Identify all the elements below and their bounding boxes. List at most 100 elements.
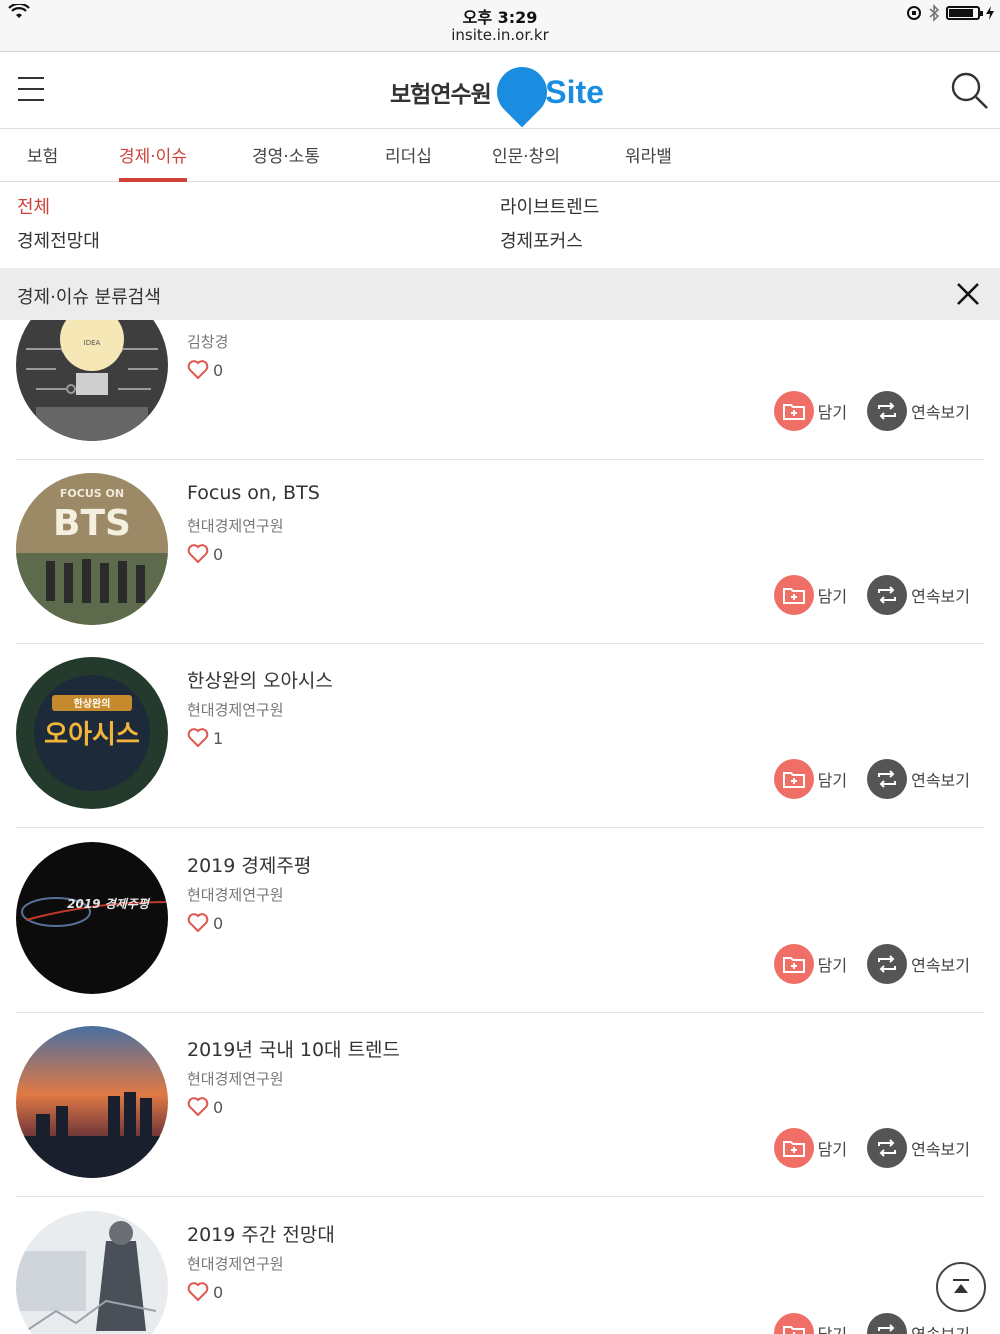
like-count[interactable]: 0 xyxy=(187,544,223,564)
item-author: 현대경제연구원 xyxy=(187,1255,284,1273)
continuous-play-button[interactable]: 연속보기 xyxy=(867,1313,970,1334)
repeat-icon xyxy=(878,1324,895,1332)
list-item[interactable]: IDEA 김창경 0 담기 연속보기 xyxy=(16,320,984,460)
tab-leadership[interactable]: 리더십 xyxy=(385,130,432,182)
like-count-value: 0 xyxy=(213,1097,224,1117)
heart-icon[interactable] xyxy=(187,360,209,380)
save-button[interactable]: 담기 xyxy=(773,944,848,984)
like-count[interactable]: 0 xyxy=(187,1097,223,1117)
list-item[interactable]: 2019 경제주평 2019 경제주평 현대경제연구원 0 담기 연속보기 xyxy=(16,829,984,1013)
save-button[interactable]: 담기 xyxy=(773,391,848,431)
item-title[interactable]: 한상완의 오아시스 xyxy=(187,666,333,693)
subcategory-all[interactable]: 전체 xyxy=(17,193,50,219)
heart-icon[interactable] xyxy=(187,728,209,748)
svg-text:2019 경제주평: 2019 경제주평 xyxy=(67,897,151,911)
continuous-play-button[interactable]: 연속보기 xyxy=(867,575,970,615)
like-count[interactable]: 0 xyxy=(187,913,223,933)
continuous-play-button[interactable]: 연속보기 xyxy=(867,759,970,799)
continuous-play-label: 연속보기 xyxy=(911,771,970,790)
thumbnail-image[interactable]: 한상완의 오아시스 xyxy=(16,657,168,809)
svg-text:오아시스: 오아시스 xyxy=(44,720,140,750)
heart-icon[interactable] xyxy=(187,913,209,933)
thumbnail-image[interactable]: 2019 경제주평 xyxy=(16,842,168,994)
save-button[interactable]: 담기 xyxy=(773,759,847,799)
rotation-lock-icon xyxy=(907,6,921,20)
heart-icon[interactable] xyxy=(187,1097,209,1117)
item-author: 현대경제연구원 xyxy=(187,701,284,719)
item-author: 현대경제연구원 xyxy=(187,517,284,535)
svg-text:IDEA: IDEA xyxy=(84,339,101,347)
location-pin-icon xyxy=(486,56,558,128)
subcategory-economic-focus[interactable]: 경제포커스 xyxy=(500,227,583,253)
tab-work-life-balance[interactable]: 워라밸 xyxy=(625,130,672,182)
category-tabs: 보험 경제·이슈 경영·소통 리더십 인문·창의 워라밸 xyxy=(0,130,1000,182)
like-count[interactable]: 0 xyxy=(187,1282,223,1302)
heart-icon[interactable] xyxy=(187,1282,209,1302)
continuous-play-button[interactable]: 연속보기 xyxy=(867,1128,970,1168)
save-button[interactable]: 담기 xyxy=(773,1128,848,1168)
arrow-up-to-top-icon xyxy=(953,1279,969,1293)
repeat-icon xyxy=(878,955,897,973)
item-title[interactable]: 2019 주간 전망대 xyxy=(187,1220,335,1247)
filter-bar: 경제·이슈 분류검색 xyxy=(0,268,1000,320)
subcategory-panel: 전체 라이브트렌드 경제전망대 경제포커스 xyxy=(0,183,1000,268)
like-count-value: 1 xyxy=(213,728,224,748)
save-button[interactable]: 담기 xyxy=(773,1313,847,1334)
logo-korean-text: 보험연수원 xyxy=(390,82,492,108)
folder-add-icon xyxy=(782,1141,805,1157)
list-item[interactable]: 2019 주간 전망대 현대경제연구원 0 담기 연속보기 xyxy=(16,1198,984,1334)
repeat-icon xyxy=(878,586,897,604)
folder-add-icon xyxy=(782,957,805,973)
like-count[interactable]: 0 xyxy=(187,360,223,380)
site-logo[interactable]: 보험연수원 inSite xyxy=(390,56,604,128)
save-label: 담기 xyxy=(817,956,848,975)
continuous-play-button[interactable]: 연속보기 xyxy=(867,391,970,431)
save-label: 담기 xyxy=(818,1321,847,1334)
item-title[interactable]: 2019 경제주평 xyxy=(187,851,311,878)
like-count-value: 0 xyxy=(213,544,224,564)
list-item[interactable]: 2019년 국내 10대 트렌드 현대경제연구원 0 담기 연속보기 xyxy=(16,1013,984,1197)
like-count[interactable]: 1 xyxy=(187,728,223,748)
thumbnail-image[interactable]: FOCUS ON BTS xyxy=(16,473,168,625)
continuous-play-label: 연속보기 xyxy=(911,1140,970,1159)
status-time: 오후 3:29 xyxy=(462,8,538,27)
tab-management[interactable]: 경영·소통 xyxy=(252,130,320,182)
tab-humanities[interactable]: 인문·창의 xyxy=(492,130,560,182)
close-icon[interactable] xyxy=(954,280,982,308)
list-item[interactable]: 한상완의 오아시스 한상완의 오아시스 현대경제연구원 1 담기 연속보기 xyxy=(16,644,984,828)
save-label: 담기 xyxy=(817,1140,848,1159)
item-title[interactable]: 2019년 국내 10대 트렌드 xyxy=(187,1035,400,1062)
folder-add-icon xyxy=(782,1326,805,1334)
repeat-icon xyxy=(878,1139,897,1157)
content-list: IDEA 김창경 0 담기 연속보기 FOCUS ON BTS Focus on… xyxy=(0,320,1000,1334)
save-label: 담기 xyxy=(817,587,848,606)
repeat-icon xyxy=(878,770,897,788)
continuous-play-button[interactable]: 연속보기 xyxy=(867,944,970,984)
folder-add-icon xyxy=(782,588,805,604)
subcategory-live-trend[interactable]: 라이브트렌드 xyxy=(500,193,599,219)
thumbnail-image[interactable]: IDEA xyxy=(16,320,168,441)
tab-insurance[interactable]: 보험 xyxy=(27,130,58,182)
search-icon[interactable] xyxy=(950,71,990,111)
filter-label: 경제·이슈 분류검색 xyxy=(17,287,161,308)
heart-icon[interactable] xyxy=(187,544,209,564)
hamburger-menu-icon[interactable] xyxy=(18,77,44,103)
save-button[interactable]: 담기 xyxy=(773,575,848,615)
thumbnail-image[interactable] xyxy=(16,1026,168,1178)
continuous-play-label: 연속보기 xyxy=(911,403,970,422)
status-bar: 오후 3:29 insite.in.or.kr xyxy=(0,0,1000,52)
save-label: 담기 xyxy=(817,403,848,422)
item-author: 현대경제연구원 xyxy=(187,886,284,904)
item-author: 김창경 xyxy=(187,333,229,351)
list-item[interactable]: FOCUS ON BTS Focus on, BTS 현대경제연구원 0 담기 xyxy=(16,460,984,644)
tab-economy-issue[interactable]: 경제·이슈 xyxy=(119,130,187,182)
continuous-play-label: 연속보기 xyxy=(911,1321,970,1334)
scroll-to-top-button[interactable] xyxy=(936,1262,986,1312)
address-url[interactable]: insite.in.or.kr xyxy=(0,26,1000,44)
continuous-play-label: 연속보기 xyxy=(911,956,970,975)
subcategory-economic-outlook[interactable]: 경제전망대 xyxy=(17,227,100,253)
thumbnail-image[interactable] xyxy=(16,1211,168,1334)
item-title[interactable]: Focus on, BTS xyxy=(187,482,320,504)
folder-add-icon xyxy=(782,772,805,788)
svg-text:FOCUS ON: FOCUS ON xyxy=(60,487,124,500)
